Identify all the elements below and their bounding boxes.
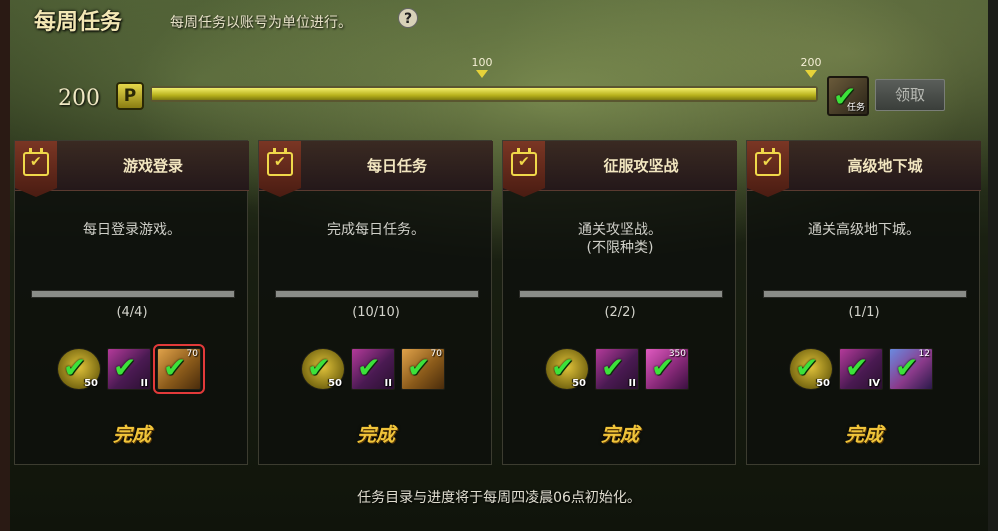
- window-title: 每周任务: [34, 9, 123, 35]
- reward-label: IV: [868, 378, 880, 389]
- check-icon: ✔: [357, 351, 381, 384]
- right-edge: [988, 0, 998, 531]
- check-icon: ✔: [601, 351, 625, 384]
- mission-description: 每日登录游戏。: [83, 222, 181, 238]
- calendar-box: ✔: [755, 148, 781, 176]
- orange-box-icon[interactable]: ✔ 70: [401, 348, 445, 390]
- mission-count: (10/10): [352, 305, 400, 320]
- mission-progress-bar: [31, 290, 235, 298]
- mission-description: 完成每日任务。: [327, 222, 425, 238]
- purple-box-icon[interactable]: ✔ II: [351, 348, 395, 390]
- mission-card: ✔ 征服攻坚战 通关攻坚战。 (不限种类) (2/2) ✔ 50 ✔ II ✔ 3…: [502, 140, 737, 465]
- calendar-box: ✔: [23, 148, 49, 176]
- milestone-label: 100: [471, 56, 493, 69]
- reward-top-label: 70: [186, 349, 198, 359]
- milestone-label: 200: [800, 56, 822, 69]
- purple-box-icon[interactable]: ✔ IV: [839, 348, 883, 390]
- reward-label: 50: [816, 378, 830, 389]
- mission-count: (1/1): [848, 305, 880, 320]
- milestone-marker-100: 100: [467, 56, 497, 78]
- weekly-progress-fill: [152, 88, 816, 100]
- mission-complete-label: 完成: [112, 424, 151, 446]
- points-badge-icon: P: [116, 82, 144, 110]
- calendar-icon: ✔: [15, 141, 57, 197]
- reward-top-label: 70: [430, 349, 442, 359]
- orange-box-icon[interactable]: ✔ 70: [153, 344, 205, 394]
- check-icon: ✔: [795, 351, 819, 384]
- check-icon: ✔: [113, 351, 137, 384]
- reward-label: 50: [84, 378, 98, 389]
- reset-notice: 任务目录与进度将于每周四凌晨06点初始化。: [357, 490, 641, 506]
- mission-complete-label: 完成: [600, 424, 639, 446]
- mission-title: 每日任务: [366, 157, 427, 175]
- reward-top-label: 350: [668, 349, 686, 359]
- blue-box-icon[interactable]: ✔ 12: [889, 348, 933, 390]
- calendar-icon: ✔: [259, 141, 301, 197]
- mission-rewards: ✔ 50 ✔ II ✔ 350: [545, 348, 705, 394]
- mission-count: (2/2): [604, 305, 636, 320]
- left-edge: [0, 0, 10, 531]
- weekly-reward-icon[interactable]: ✔ 任务: [827, 76, 869, 116]
- mission-card-header: ✔ 游戏登录: [15, 141, 249, 197]
- weekly-progress-bar: [150, 86, 818, 102]
- mission-rewards: ✔ 50 ✔ II ✔ 70: [57, 344, 217, 394]
- reward-label: II: [140, 378, 148, 389]
- mission-progress-bar: [275, 290, 479, 298]
- check-icon: ✔: [895, 351, 919, 384]
- claim-button[interactable]: 领取: [875, 79, 945, 111]
- mission-title: 游戏登录: [122, 157, 183, 175]
- mission-card-header: ✔ 高级地下城: [747, 141, 981, 197]
- mission-complete-label: 完成: [356, 424, 395, 446]
- check-icon: ✔: [551, 351, 575, 384]
- window-subtitle: 每周任务以账号为单位进行。: [170, 15, 352, 31]
- mission-card-header: ✔ 征服攻坚战: [503, 141, 737, 197]
- mission-card-header: ✔ 每日任务: [259, 141, 493, 197]
- mission-title: 征服攻坚战: [603, 157, 679, 175]
- gold-coin-icon[interactable]: ✔ 50: [57, 348, 101, 390]
- reward-tag: 任务: [846, 103, 865, 113]
- weekly-mission-window: 每周任务 每周任务以账号为单位进行。 ? 200 P 100 200 ✔ 任务 …: [0, 0, 998, 531]
- gold-coin-icon[interactable]: ✔ 50: [545, 348, 589, 390]
- mission-card: ✔ 游戏登录 每日登录游戏。 (4/4) ✔ 50 ✔ II ✔ 70 完成: [14, 140, 249, 465]
- pink-box-icon[interactable]: ✔ 350: [645, 348, 689, 390]
- check-icon: ✔: [407, 351, 431, 384]
- gold-coin-icon[interactable]: ✔ 50: [301, 348, 345, 390]
- milestone-triangle-icon: [805, 70, 817, 78]
- mission-rewards: ✔ 50 ✔ II ✔ 70: [301, 348, 461, 394]
- reward-top-label: 12: [918, 349, 930, 359]
- check-icon: ✔: [307, 351, 331, 384]
- mission-description: 通关攻坚战。: [578, 222, 662, 238]
- calendar-box: ✔: [267, 148, 293, 176]
- calendar-icon: ✔: [503, 141, 545, 197]
- mission-card: ✔ 高级地下城 通关高级地下城。 (1/1) ✔ 50 ✔ IV ✔ 12 完成: [746, 140, 981, 465]
- mission-progress-bar: [519, 290, 723, 298]
- milestone-marker-200: 200: [796, 56, 826, 78]
- mission-complete-label: 完成: [844, 424, 883, 446]
- check-icon: ✔: [63, 351, 87, 384]
- mission-rewards: ✔ 50 ✔ IV ✔ 12: [789, 348, 949, 394]
- calendar-box: ✔: [511, 148, 537, 176]
- reward-label: II: [384, 378, 392, 389]
- help-icon[interactable]: ?: [398, 8, 418, 28]
- reward-label: II: [628, 378, 636, 389]
- mission-progress-bar: [763, 290, 967, 298]
- mission-count: (4/4): [116, 305, 148, 320]
- purple-box-icon[interactable]: ✔ II: [107, 348, 151, 390]
- purple-box-icon[interactable]: ✔ II: [595, 348, 639, 390]
- calendar-icon: ✔: [747, 141, 789, 197]
- reward-label: 50: [572, 378, 586, 389]
- mission-description-note: (不限种类): [586, 240, 654, 256]
- mission-title: 高级地下城: [847, 157, 923, 175]
- mission-card: ✔ 每日任务 完成每日任务。 (10/10) ✔ 50 ✔ II ✔ 70 完成: [258, 140, 493, 465]
- check-icon: ✔: [163, 351, 187, 384]
- milestone-triangle-icon: [476, 70, 488, 78]
- reward-label: 50: [328, 378, 342, 389]
- mission-description: 通关高级地下城。: [808, 222, 920, 238]
- check-icon: ✔: [845, 351, 869, 384]
- points-value: 200: [58, 86, 100, 111]
- gold-coin-icon[interactable]: ✔ 50: [789, 348, 833, 390]
